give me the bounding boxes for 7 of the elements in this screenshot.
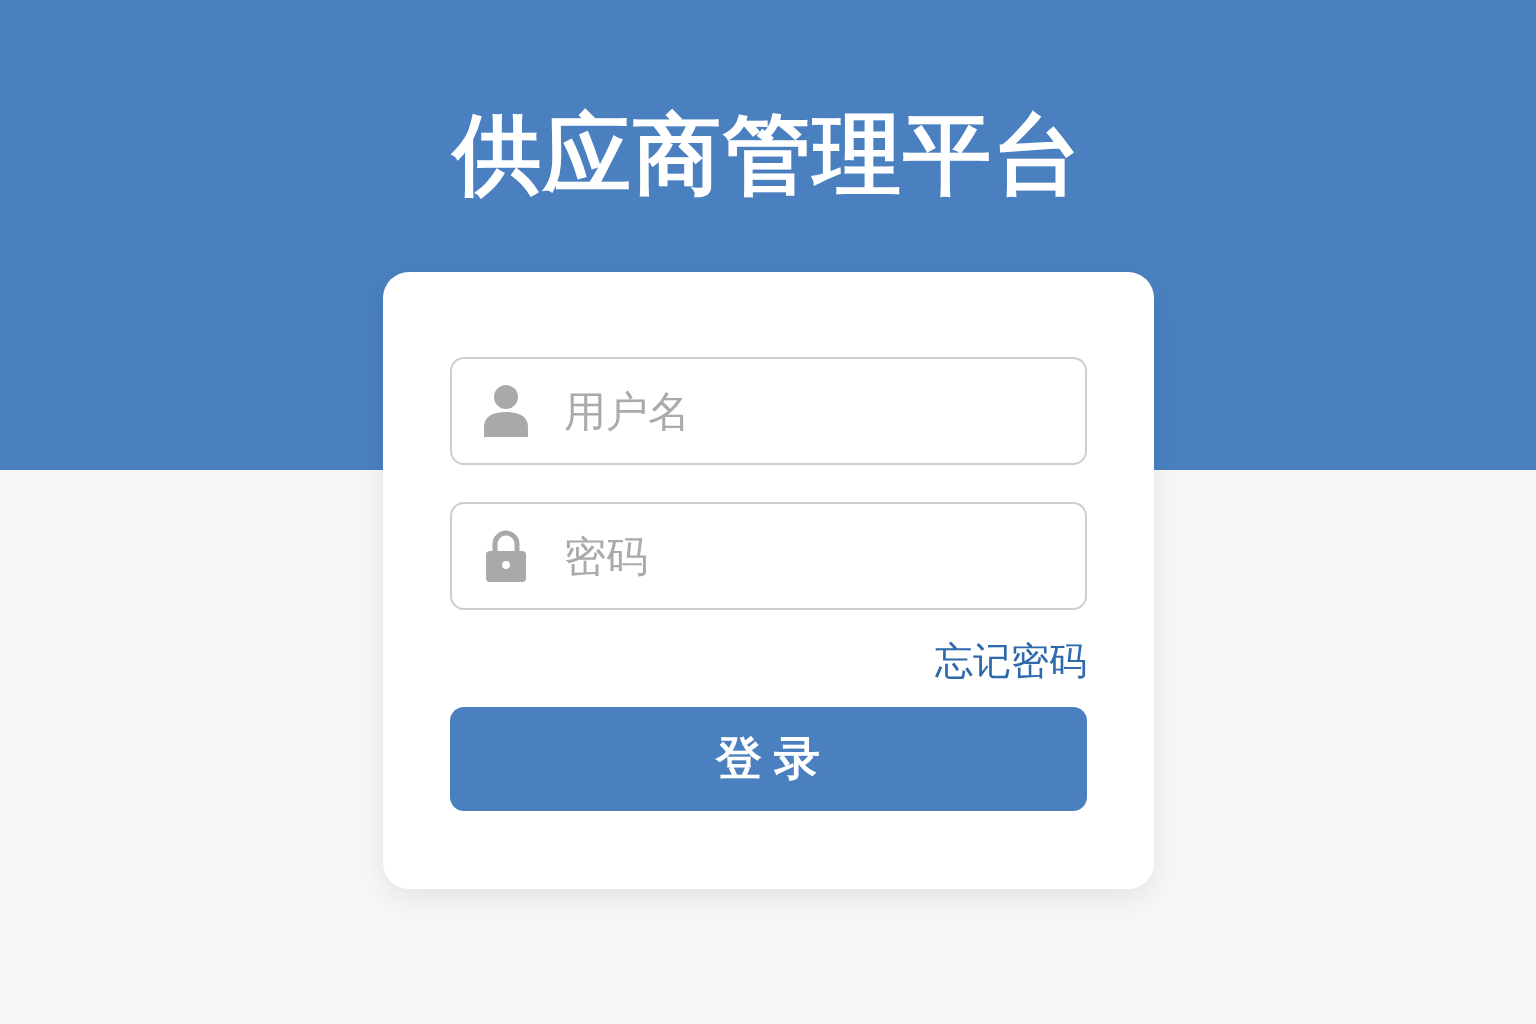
password-field[interactable]: 密码	[449, 502, 1087, 610]
user-icon	[483, 385, 528, 437]
login-button[interactable]: 登录	[449, 707, 1087, 811]
username-field[interactable]: 用户名	[449, 357, 1087, 465]
forgot-password-link[interactable]: 忘记密码	[934, 636, 1087, 686]
lock-icon	[485, 530, 526, 582]
page-title: 供应商管理平台	[453, 102, 1083, 208]
